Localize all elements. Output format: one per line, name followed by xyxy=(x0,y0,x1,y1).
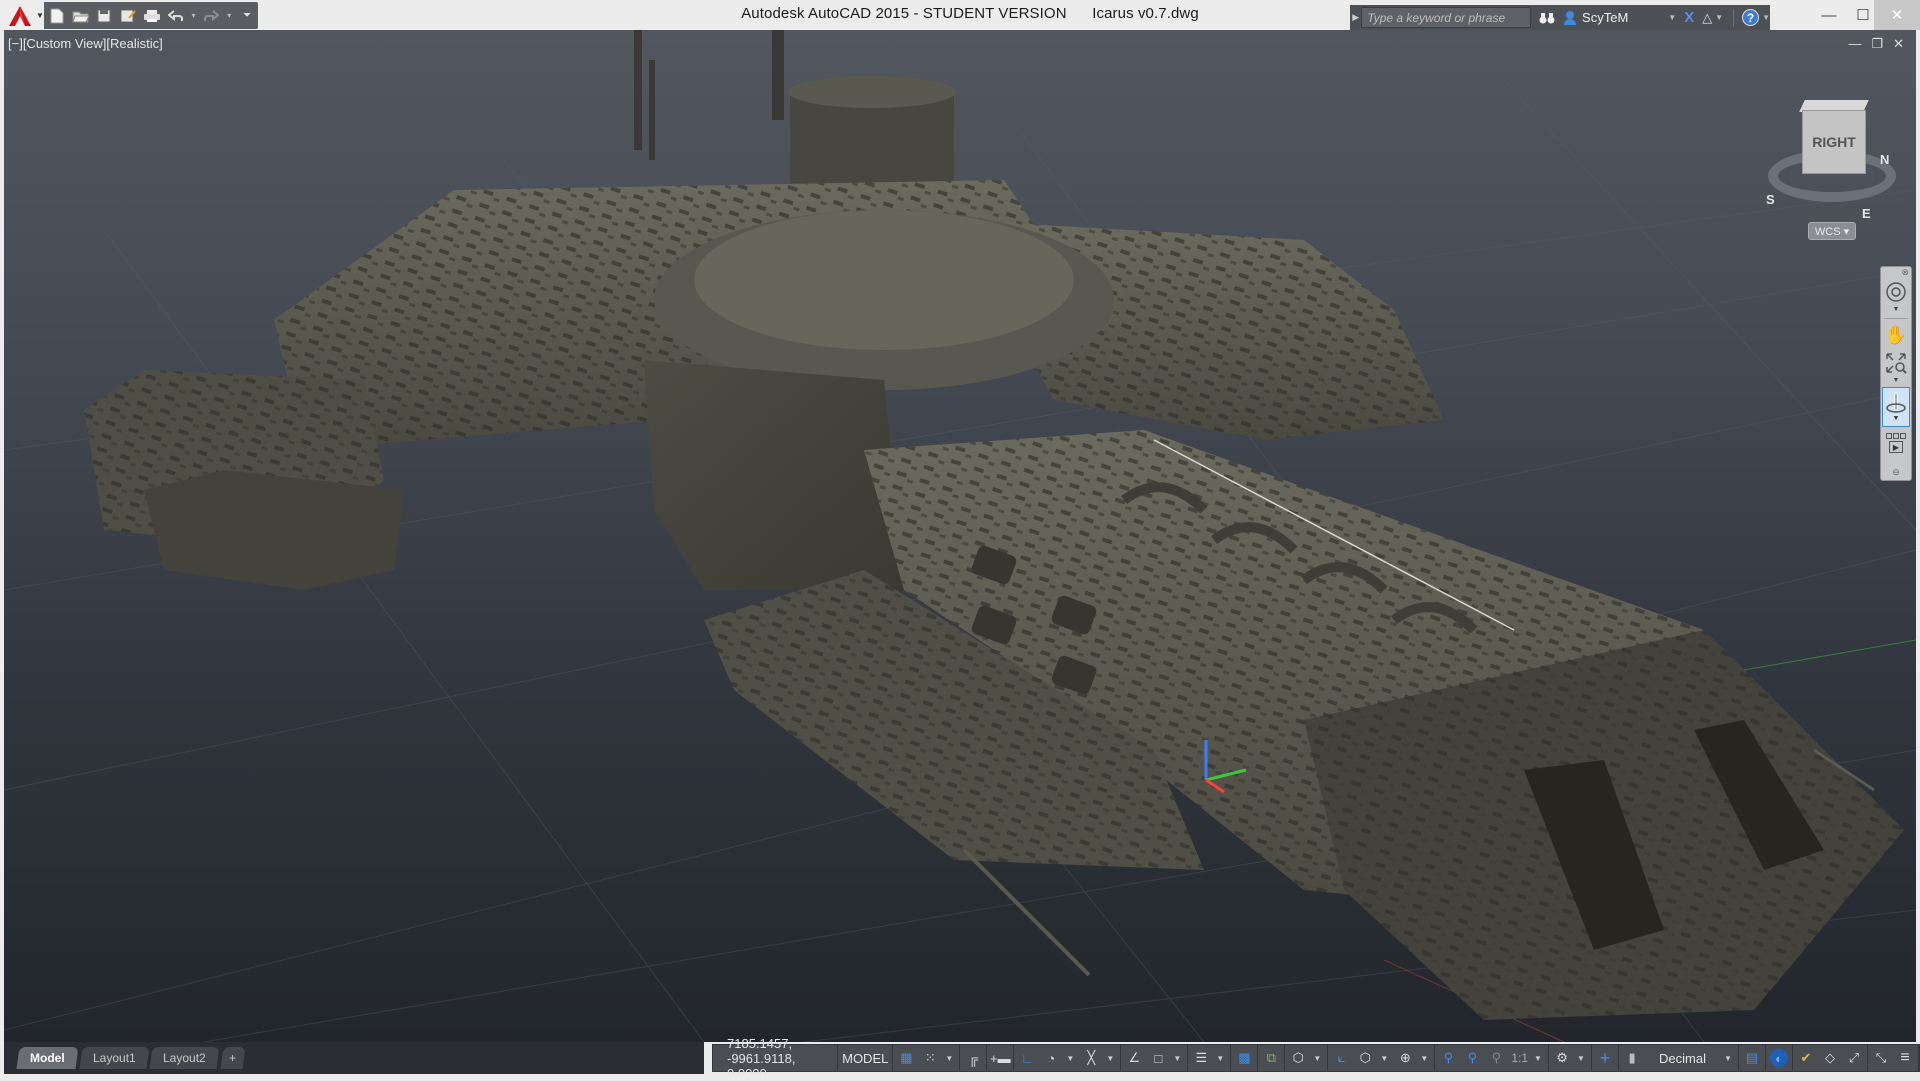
drawing-viewport[interactable]: [−][Custom View][Realistic] — ❐ ✕ S N E … xyxy=(4,30,1916,1042)
snap-dropdown-icon[interactable]: ▼ xyxy=(945,1054,955,1063)
a360-icon[interactable]: △ xyxy=(1702,10,1712,26)
window-close-button[interactable]: ✕ xyxy=(1874,0,1920,30)
window-border-bottom xyxy=(0,1074,1920,1080)
object-snap-icon[interactable]: □ xyxy=(1149,1049,1167,1067)
zoom-dropdown-icon[interactable]: ▼ xyxy=(1893,377,1900,387)
orbit-icon[interactable]: ▼ xyxy=(1882,387,1910,427)
document-name: Icarus v0.7.dwg xyxy=(1092,5,1199,22)
isodraft-dropdown-icon[interactable]: ▼ xyxy=(1106,1054,1116,1063)
auto-scale-icon[interactable]: ⚲ xyxy=(1463,1049,1481,1067)
app-title: Autodesk AutoCAD 2015 - STUDENT VERSION xyxy=(741,5,1067,22)
viewport-controls-label[interactable]: [−][Custom View][Realistic] xyxy=(8,36,163,51)
viewcube-right-face[interactable]: RIGHT xyxy=(1802,110,1866,174)
window-border-right xyxy=(1916,30,1920,1074)
binoculars-icon[interactable] xyxy=(1539,11,1555,25)
grid-icon[interactable]: ▦ xyxy=(897,1049,915,1067)
isodraft-icon[interactable]: ╳ xyxy=(1082,1049,1100,1067)
dynamic-input-icon[interactable]: +▬ xyxy=(990,1049,1011,1067)
play-icon[interactable]: ▶ xyxy=(1889,441,1903,453)
annotation-scale-dropdown-icon[interactable]: ▼ xyxy=(1534,1054,1544,1063)
infocenter: ▶ ScyTeM ▼ X △ ▼ ? ▼ xyxy=(1350,5,1770,30)
annotation-scale-value[interactable]: 1:1 xyxy=(1511,1051,1528,1065)
polar-tracking-icon[interactable]: ◔ xyxy=(1042,1049,1060,1067)
a360-dropdown-icon[interactable]: ▼ xyxy=(1715,13,1723,22)
viewport-window-controls: — ❐ ✕ xyxy=(1848,36,1904,52)
user-icon xyxy=(1564,10,1577,25)
hardware-acceleration-icon[interactable]: ◇ xyxy=(1821,1049,1839,1067)
pan-icon[interactable]: ✋ xyxy=(1882,321,1910,349)
zoom-extents-icon[interactable] xyxy=(1882,349,1910,377)
object-snap-dropdown-icon[interactable]: ▼ xyxy=(1173,1054,1183,1063)
clean-screen-icon[interactable]: ⤡ xyxy=(1872,1049,1890,1067)
ucs-icon xyxy=(1204,740,1247,794)
navbar-collapse-icon[interactable]: ⊖ xyxy=(1892,467,1900,478)
new-layout-button[interactable]: + xyxy=(220,1047,246,1069)
coordinates-display[interactable]: 7185.1457, -9961.9118, 0.0000 xyxy=(713,1036,839,1081)
annotation-scale-icon[interactable]: ⚲ xyxy=(1487,1049,1505,1067)
lineweight-icon[interactable]: ☰ xyxy=(1192,1049,1210,1067)
user-sign-in[interactable]: ScyTeM xyxy=(1563,10,1628,26)
workspace-dropdown-icon[interactable]: ▼ xyxy=(1577,1054,1587,1063)
lock-ui-icon[interactable]: ◐ xyxy=(1770,1049,1788,1067)
expand-search-icon[interactable]: ▶ xyxy=(1350,12,1361,23)
separator xyxy=(1884,318,1908,319)
user-dropdown-icon[interactable]: ▼ xyxy=(1668,13,1676,22)
tab-layout2[interactable]: Layout2 xyxy=(149,1047,220,1069)
separator xyxy=(1733,8,1735,27)
object-snap-tracking-icon[interactable]: ∠ xyxy=(1125,1049,1143,1067)
orbit-dropdown-icon[interactable]: ▼ xyxy=(1893,415,1900,422)
selection-cycling-icon[interactable]: ⧉ xyxy=(1262,1049,1280,1067)
layout-tabs: Model Layout1 Layout2 + xyxy=(4,1042,704,1074)
3d-osnap-dropdown-icon[interactable]: ▼ xyxy=(1313,1054,1323,1063)
compass-south[interactable]: S xyxy=(1766,192,1775,207)
navigation-bar: ⊗ ▼ ✋ ▼ ▼ ▶ ⊖ xyxy=(1880,266,1912,481)
polar-dropdown-icon[interactable]: ▼ xyxy=(1066,1054,1076,1063)
tab-model[interactable]: Model xyxy=(16,1047,79,1069)
selection-filter-icon[interactable]: ⬡ xyxy=(1356,1049,1374,1067)
units-value[interactable]: Decimal xyxy=(1647,1051,1718,1066)
isolate-objects-icon[interactable]: ✔ xyxy=(1797,1049,1815,1067)
workspace-gear-icon[interactable]: ⚙ xyxy=(1553,1049,1571,1067)
viewport-close-button[interactable]: ✕ xyxy=(1893,36,1904,52)
autodesk-exchange-icon[interactable]: X xyxy=(1684,9,1694,26)
clean-screen-coords-icon[interactable]: ⤢ xyxy=(1845,1049,1863,1067)
search-input[interactable] xyxy=(1361,7,1532,28)
ortho-icon[interactable]: ∟ xyxy=(1018,1049,1036,1067)
username: ScyTeM xyxy=(1582,10,1629,25)
viewcube[interactable]: S N E RIGHT xyxy=(1762,100,1902,240)
3d-object-snap-icon[interactable]: ⬡ xyxy=(1289,1049,1307,1067)
snap-icon[interactable]: ⁙ xyxy=(921,1049,939,1067)
customization-menu-icon[interactable]: ≡ xyxy=(1896,1049,1914,1067)
viewport-restore-button[interactable]: ❐ xyxy=(1871,36,1883,52)
showmotion-icon[interactable] xyxy=(1886,433,1906,439)
spaceship-model[interactable] xyxy=(4,30,1916,1042)
steering-wheel-dropdown-icon[interactable]: ▼ xyxy=(1893,306,1900,316)
navbar-close-icon[interactable]: ⊗ xyxy=(1901,267,1909,278)
wcs-menu[interactable]: WCS ▾ xyxy=(1808,222,1856,240)
annotation-monitor-icon[interactable]: + xyxy=(1596,1048,1614,1068)
units-ruler-icon[interactable]: ▮ xyxy=(1623,1049,1641,1067)
gizmo-dropdown-icon[interactable]: ▼ xyxy=(1420,1054,1430,1063)
selection-filter-dropdown-icon[interactable]: ▼ xyxy=(1380,1054,1390,1063)
help-dropdown-icon[interactable]: ▼ xyxy=(1762,13,1770,22)
infer-constraints-icon[interactable]: ╔ xyxy=(964,1049,982,1067)
model-space-toggle[interactable]: MODEL xyxy=(838,1045,894,1071)
gizmo-icon[interactable]: ⊕ xyxy=(1396,1049,1414,1067)
units-dropdown-icon[interactable]: ▼ xyxy=(1724,1054,1734,1063)
title-bar: ▼ ▾ ▾ ⏷ Autodesk AutoCAD 2015 - STUDENT … xyxy=(0,0,1920,30)
quick-properties-icon[interactable]: ▤ xyxy=(1743,1049,1761,1067)
transparency-icon[interactable]: ▩ xyxy=(1235,1049,1253,1067)
compass-north[interactable]: N xyxy=(1880,152,1889,167)
status-bar: 7185.1457, -9961.9118, 0.0000 MODEL ▦ ⁙ … xyxy=(712,1036,1920,1081)
annotation-visibility-icon[interactable]: ⚲ xyxy=(1439,1049,1457,1067)
steering-wheel-icon[interactable] xyxy=(1882,278,1910,306)
tab-layout1[interactable]: Layout1 xyxy=(79,1047,149,1069)
dynamic-ucs-icon[interactable]: ⟀ xyxy=(1332,1049,1350,1067)
viewport-minimize-button[interactable]: — xyxy=(1848,36,1861,52)
compass-east[interactable]: E xyxy=(1862,206,1871,221)
lineweight-dropdown-icon[interactable]: ▼ xyxy=(1216,1054,1226,1063)
help-icon[interactable]: ? xyxy=(1742,9,1760,26)
